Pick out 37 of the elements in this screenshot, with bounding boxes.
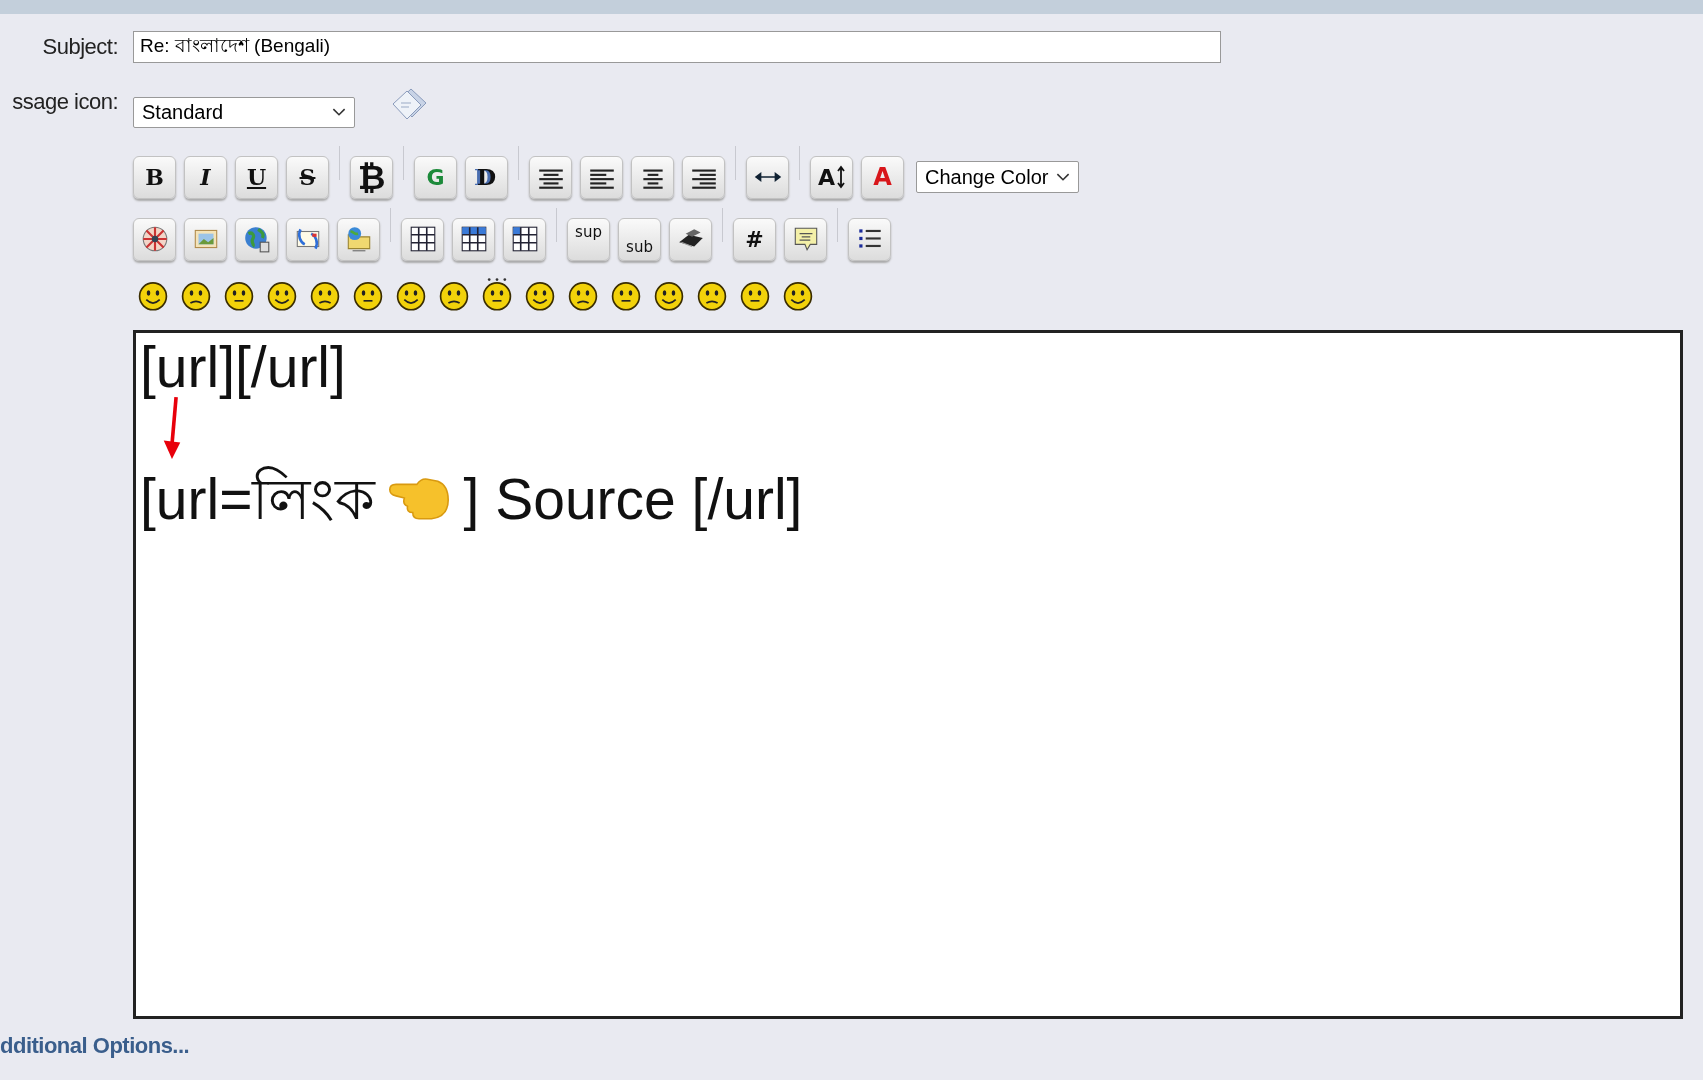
- justify-button[interactable]: [529, 155, 572, 199]
- list-button[interactable]: [848, 217, 891, 261]
- format-button[interactable]: U: [235, 155, 278, 199]
- message-editor[interactable]: [url][/url] [url=লিংক ] Source [/url]: [133, 330, 1683, 1019]
- editor-text: [url=লিংক: [140, 467, 376, 531]
- subject-field[interactable]: Re: বাংলাদেশ (Bengali): [133, 31, 1221, 63]
- format-button[interactable]: I: [184, 155, 227, 199]
- chevron-icon: [332, 108, 346, 117]
- format-button[interactable]: ₿: [350, 155, 393, 199]
- format-button[interactable]: B: [133, 155, 176, 199]
- globe-button[interactable]: [235, 217, 278, 261]
- editor-text: [url][/url]: [140, 335, 347, 399]
- arrow-icon: [837, 164, 845, 190]
- color-select[interactable]: Change Color: [916, 161, 1080, 193]
- format-button[interactable]: sub: [618, 217, 661, 261]
- format-button[interactable]: #: [733, 217, 776, 261]
- format-button[interactable]: S: [286, 155, 329, 199]
- pointing-hand-icon: [387, 475, 452, 523]
- message-icon-select[interactable]: Standard: [133, 97, 355, 128]
- chevron-icon: [1056, 172, 1071, 182]
- table-cell-button[interactable]: [503, 217, 546, 261]
- subject-label: Subject:: [41, 34, 118, 60]
- image-button[interactable]: [184, 217, 227, 261]
- format-button[interactable]: A: [810, 155, 853, 199]
- format-button[interactable]: D: [465, 155, 508, 199]
- table-head-button[interactable]: [452, 217, 495, 261]
- format-button[interactable]: G: [414, 155, 457, 199]
- additional-options-link[interactable]: dditional Options...: [0, 1033, 190, 1059]
- message-icon-label: ssage icon:: [11, 89, 118, 115]
- editor-text: ] Source [/url]: [463, 467, 803, 531]
- wheel-button[interactable]: [133, 217, 176, 261]
- rule-button[interactable]: [746, 155, 789, 199]
- folder-button[interactable]: [337, 217, 380, 261]
- table-button[interactable]: [401, 217, 444, 261]
- format-button[interactable]: A: [861, 155, 904, 199]
- format-button[interactable]: sup: [567, 217, 610, 261]
- quote-button[interactable]: [784, 217, 827, 261]
